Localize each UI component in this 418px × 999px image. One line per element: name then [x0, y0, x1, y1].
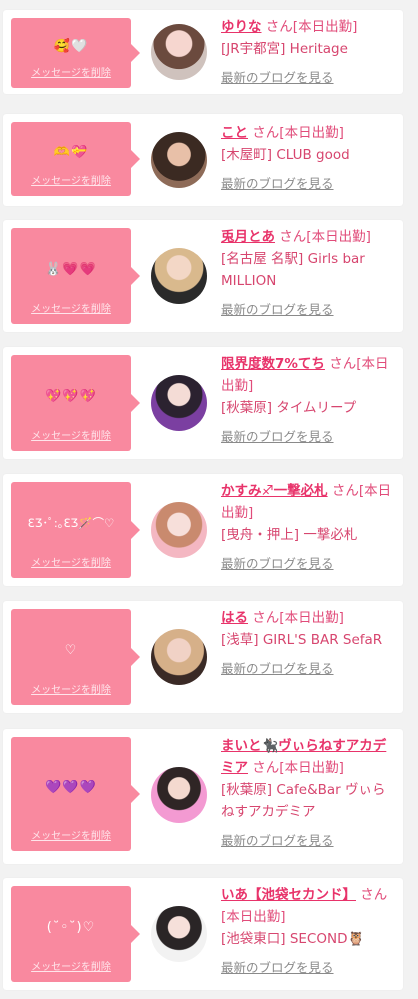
avatar[interactable] [151, 132, 207, 188]
message-bubble: 🐰💗💗 メッセージを削除 [11, 228, 140, 324]
message-bubble: 🫶💝 メッセージを削除 [11, 122, 140, 196]
avatar[interactable] [151, 24, 207, 80]
cast-name-link[interactable]: こと [221, 125, 248, 141]
message-text: (˘◦˘)♡ [46, 919, 96, 935]
message-card: 🫶💝 メッセージを削除 こと さん[本日出勤] [木屋町] CLUB good … [3, 114, 403, 206]
message-text: ♡ [64, 642, 78, 658]
shop-name: [浅草] GIRL'S BAR SefaR [221, 632, 383, 648]
cast-info: 兎月とあ さん[本日出勤] [名古屋 名駅] Girls bar MILLION… [221, 226, 397, 321]
cast-info: ゆりな さん[本日出勤] [JR宇都宮] Heritage 最新のブログを見る [221, 16, 397, 89]
cast-status: さん[本日出勤] [279, 229, 371, 245]
cast-status: さん[本日出勤] [252, 610, 344, 626]
shop-name: [池袋東口] SECOND🦉 [221, 931, 365, 947]
latest-blog-link[interactable]: 最新のブログを見る [221, 67, 397, 89]
message-bubble: 💖💖💖 メッセージを削除 [11, 355, 140, 451]
message-card: (˘◦˘)♡ メッセージを削除 いあ【池袋セカンド】 さん[本日出勤] [池袋東… [3, 878, 403, 990]
latest-blog-link[interactable]: 最新のブログを見る [221, 299, 397, 321]
message-card: 🐰💗💗 メッセージを削除 兎月とあ さん[本日出勤] [名古屋 名駅] Girl… [3, 220, 403, 332]
shop-name: [秋葉原] Cafe&Bar ヴぃらねすアカデミア [221, 782, 386, 820]
shop-name: [JR宇都宮] Heritage [221, 41, 348, 57]
message-text: ƐƷ･ﾟ:｡ƐƷ🪄⌒♡ [27, 516, 115, 530]
cast-name-link[interactable]: 兎月とあ [221, 229, 275, 245]
delete-message-button[interactable]: メッセージを削除 [11, 827, 131, 842]
cast-info: かすみ♐一撃必札 さん[本日出勤] [曳舟・押上] 一撃必札 最新のブログを見る [221, 480, 397, 575]
message-text: 🫶💝 [53, 144, 89, 160]
message-text: 🐰💗💗 [45, 261, 97, 277]
avatar[interactable] [151, 906, 207, 962]
latest-blog-link[interactable]: 最新のブログを見る [221, 658, 397, 680]
message-bubble: ♡ メッセージを削除 [11, 609, 140, 705]
delete-message-button[interactable]: メッセージを削除 [11, 172, 131, 187]
delete-message-button[interactable]: メッセージを削除 [11, 64, 131, 79]
delete-message-button[interactable]: メッセージを削除 [11, 958, 131, 973]
cast-name-link[interactable]: かすみ♐一撃必札 [221, 483, 328, 499]
cast-info: いあ【池袋セカンド】 さん[本日出勤] [池袋東口] SECOND🦉 最新のブロ… [221, 884, 397, 979]
cast-status: さん[本日出勤] [265, 19, 358, 35]
shop-name: [曳舟・押上] 一撃必札 [221, 527, 358, 543]
message-text: 💜💜💜 [45, 779, 97, 795]
avatar[interactable] [151, 629, 207, 685]
latest-blog-link[interactable]: 最新のブログを見る [221, 830, 397, 852]
cast-info: こと さん[本日出勤] [木屋町] CLUB good 最新のブログを見る [221, 122, 397, 195]
shop-name: [秋葉原] タイムリープ [221, 400, 357, 416]
avatar[interactable] [151, 375, 207, 431]
message-text: 💖💖💖 [45, 388, 97, 404]
message-bubble: 🥰🤍 メッセージを削除 [11, 18, 140, 88]
message-card: ƐƷ･ﾟ:｡ƐƷ🪄⌒♡ メッセージを削除 かすみ♐一撃必札 さん[本日出勤] [… [3, 474, 403, 586]
cast-info: まいと🐈‍⬛ヴぃらねすアカデミア さん[本日出勤] [秋葉原] Cafe&Bar… [221, 735, 397, 852]
avatar[interactable] [151, 767, 207, 823]
delete-message-button[interactable]: メッセージを削除 [11, 554, 131, 569]
latest-blog-link[interactable]: 最新のブログを見る [221, 426, 397, 448]
message-bubble: (˘◦˘)♡ メッセージを削除 [11, 886, 140, 982]
cast-info: 限界度数7%てち さん[本日出勤] [秋葉原] タイムリープ 最新のブログを見る [221, 353, 397, 448]
delete-message-button[interactable]: メッセージを削除 [11, 427, 131, 442]
cast-name-link[interactable]: はる [221, 610, 248, 626]
cast-name-link[interactable]: 限界度数7%てち [221, 356, 325, 372]
shop-name: [名古屋 名駅] Girls bar MILLION [221, 251, 365, 289]
shop-name: [木屋町] CLUB good [221, 147, 350, 163]
delete-message-button[interactable]: メッセージを削除 [11, 300, 131, 315]
cast-status: さん[本日出勤] [252, 125, 344, 141]
message-bubble: ƐƷ･ﾟ:｡ƐƷ🪄⌒♡ メッセージを削除 [11, 482, 140, 578]
latest-blog-link[interactable]: 最新のブログを見る [221, 173, 397, 195]
latest-blog-link[interactable]: 最新のブログを見る [221, 553, 397, 575]
cast-status: さん[本日出勤] [252, 760, 344, 776]
message-bubble: 💜💜💜 メッセージを削除 [11, 737, 140, 851]
message-card: ♡ メッセージを削除 はる さん[本日出勤] [浅草] GIRL'S BAR S… [3, 601, 403, 713]
message-card: 💜💜💜 メッセージを削除 まいと🐈‍⬛ヴぃらねすアカデミア さん[本日出勤] [… [3, 729, 403, 864]
cast-info: はる さん[本日出勤] [浅草] GIRL'S BAR SefaR 最新のブログ… [221, 607, 397, 680]
message-text: 🥰🤍 [53, 38, 89, 54]
delete-message-button[interactable]: メッセージを削除 [11, 681, 131, 696]
cast-name-link[interactable]: ゆりな [221, 19, 262, 35]
message-card: 🥰🤍 メッセージを削除 ゆりな さん[本日出勤] [JR宇都宮] Heritag… [3, 10, 403, 94]
message-card: 💖💖💖 メッセージを削除 限界度数7%てち さん[本日出勤] [秋葉原] タイム… [3, 347, 403, 459]
latest-blog-link[interactable]: 最新のブログを見る [221, 957, 397, 979]
avatar[interactable] [151, 248, 207, 304]
avatar[interactable] [151, 502, 207, 558]
cast-name-link[interactable]: いあ【池袋セカンド】 [221, 887, 356, 903]
